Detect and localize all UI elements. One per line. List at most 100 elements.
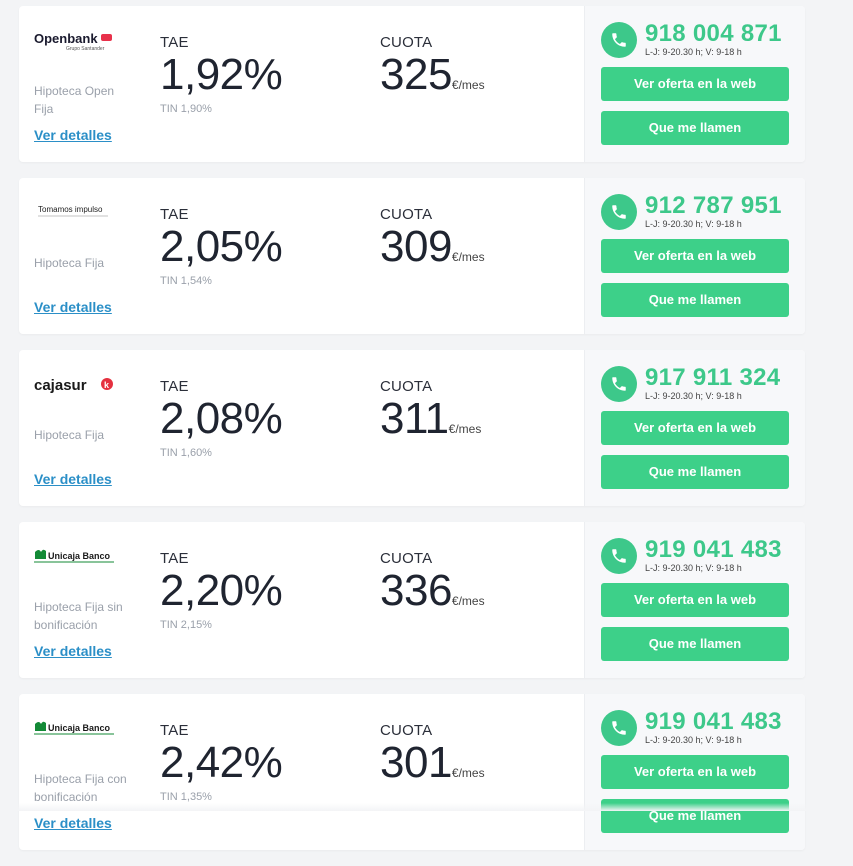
tin-value: TIN 1,60% (160, 447, 212, 459)
details-link[interactable]: Ver detalles (34, 127, 112, 143)
tae-label: TAE (160, 722, 189, 739)
contact-panel: 919 041 483 L-J: 9-20.30 h; V: 9-18 h Ve… (584, 522, 805, 678)
phone-hours: L-J: 9-20.30 h; V: 9-18 h (645, 735, 742, 745)
view-offer-button[interactable]: Ver oferta en la web (601, 67, 789, 101)
tae-label: TAE (160, 34, 189, 51)
details-link[interactable]: Ver detalles (34, 299, 112, 315)
bank-logo-sub: Grupo Santander (66, 46, 105, 52)
phone-hours: L-J: 9-20.30 h; V: 9-18 h (645, 563, 742, 573)
cuota-label: CUOTA (380, 34, 433, 51)
call-me-button[interactable]: Que me llamen (601, 283, 789, 317)
cuota-label: CUOTA (380, 722, 433, 739)
tae-value: 1,92% (160, 50, 283, 99)
details-link[interactable]: Ver detalles (34, 471, 112, 487)
offer-list: Openbank Grupo Santander Hipoteca Open Fi… (19, 6, 805, 866)
cuota-value: 325 (380, 50, 452, 99)
contact-panel: 912 787 951 L-J: 9-20.30 h; V: 9-18 h Ve… (584, 178, 805, 334)
offer-card: Tomamos impulso Hipoteca Fija Ver detall… (19, 178, 805, 334)
cuota-label: CUOTA (380, 206, 433, 223)
product-name: Hipoteca Fija (34, 428, 105, 442)
cuota-unit: €/mes (451, 250, 485, 264)
bank-info: Tomamos impulso Hipoteca Fija Ver detall… (34, 178, 144, 334)
cuota-unit: €/mes (451, 594, 485, 608)
bank-logo: cajasur k (34, 374, 129, 396)
cuota-amount: 301€/mes (380, 741, 485, 795)
tae-value: 2,20% (160, 566, 283, 615)
tin-value: TIN 1,90% (160, 103, 212, 115)
tin-value: TIN 1,54% (160, 275, 212, 287)
phone-row[interactable]: 919 041 483 L-J: 9-20.30 h; V: 9-18 h (601, 536, 801, 576)
tae-label: TAE (160, 550, 189, 567)
phone-number[interactable]: 919 041 483 (645, 708, 782, 736)
view-offer-button[interactable]: Ver oferta en la web (601, 411, 789, 445)
offer-card: Unicaja Banco Hipoteca Fija sin bonifica… (19, 522, 805, 678)
product-name: Hipoteca Fija sin bonificación (34, 600, 123, 632)
call-me-button[interactable]: Que me llamen (601, 111, 789, 145)
tae-label: TAE (160, 378, 189, 395)
tae-block: TAE 1,92% TIN 1,90% (160, 34, 283, 115)
phone-number[interactable]: 912 787 951 (645, 192, 782, 220)
call-me-button[interactable]: Que me llamen (601, 627, 789, 661)
tae-block: TAE 2,20% TIN 2,15% (160, 550, 283, 631)
phone-icon[interactable] (601, 710, 637, 746)
view-offer-button[interactable]: Ver oferta en la web (601, 239, 789, 273)
tae-value: 2,42% (160, 738, 283, 787)
phone-hours: L-J: 9-20.30 h; V: 9-18 h (645, 47, 742, 57)
bank-info: Unicaja Banco Hipoteca Fija con bonifica… (34, 694, 144, 850)
phone-number[interactable]: 917 911 324 (645, 364, 780, 392)
phone-row[interactable]: 918 004 871 L-J: 9-20.30 h; V: 9-18 h (601, 20, 801, 60)
product-name: Hipoteca Fija con bonificación (34, 772, 127, 804)
cuota-unit: €/mes (451, 78, 485, 92)
offer-card: cajasur k Hipoteca Fija Ver detalles TAE … (19, 350, 805, 506)
cuota-unit: €/mes (451, 766, 485, 780)
phone-icon[interactable] (601, 194, 637, 230)
tin-value: TIN 1,35% (160, 791, 212, 803)
tae-block: TAE 2,05% TIN 1,54% (160, 206, 283, 287)
bank-logo-text: Openbank (34, 31, 98, 46)
bank-logo: Tomamos impulso (34, 202, 129, 224)
contact-panel: 917 911 324 L-J: 9-20.30 h; V: 9-18 h Ve… (584, 350, 805, 506)
phone-number[interactable]: 918 004 871 (645, 20, 782, 48)
cuota-label: CUOTA (380, 378, 433, 395)
cuota-amount: 309€/mes (380, 225, 485, 279)
details-link[interactable]: Ver detalles (34, 643, 112, 659)
phone-icon[interactable] (601, 22, 637, 58)
view-offer-button[interactable]: Ver oferta en la web (601, 583, 789, 617)
bank-logo-text: Tomamos impulso (38, 205, 103, 214)
bank-logo: Openbank Grupo Santander (34, 30, 129, 52)
contact-panel: 919 041 483 L-J: 9-20.30 h; V: 9-18 h Ve… (584, 694, 805, 850)
cuota-value: 309 (380, 222, 452, 271)
phone-row[interactable]: 912 787 951 L-J: 9-20.30 h; V: 9-18 h (601, 192, 801, 232)
cuota-amount: 336€/mes (380, 569, 485, 623)
cuota-unit: €/mes (448, 422, 482, 436)
phone-row[interactable]: 919 041 483 L-J: 9-20.30 h; V: 9-18 h (601, 708, 801, 748)
bank-info: cajasur k Hipoteca Fija Ver detalles (34, 350, 144, 506)
bank-info: Openbank Grupo Santander Hipoteca Open Fi… (34, 6, 144, 162)
cuota-amount: 325€/mes (380, 53, 485, 107)
phone-icon[interactable] (601, 366, 637, 402)
cuota-value: 301 (380, 738, 452, 787)
phone-icon[interactable] (601, 538, 637, 574)
phone-hours: L-J: 9-20.30 h; V: 9-18 h (645, 391, 742, 401)
bank-info: Unicaja Banco Hipoteca Fija sin bonifica… (34, 522, 144, 678)
cuota-block: CUOTA 309€/mes (380, 206, 485, 279)
bank-logo-text: Unicaja Banco (48, 551, 111, 561)
cuota-block: CUOTA 301€/mes (380, 722, 485, 795)
cuota-label: CUOTA (380, 550, 433, 567)
offer-card: Unicaja Banco Hipoteca Fija con bonifica… (19, 694, 805, 850)
details-link[interactable]: Ver detalles (34, 815, 112, 831)
cuota-amount: 311€/mes (380, 397, 481, 451)
call-me-button[interactable]: Que me llamen (601, 455, 789, 489)
phone-row[interactable]: 917 911 324 L-J: 9-20.30 h; V: 9-18 h (601, 364, 801, 404)
bank-logo: Unicaja Banco (34, 718, 129, 740)
offer-card: Openbank Grupo Santander Hipoteca Open Fi… (19, 6, 805, 162)
phone-number[interactable]: 919 041 483 (645, 536, 782, 564)
tae-value: 2,08% (160, 394, 283, 443)
cuota-block: CUOTA 325€/mes (380, 34, 485, 107)
phone-hours: L-J: 9-20.30 h; V: 9-18 h (645, 219, 742, 229)
view-offer-button[interactable]: Ver oferta en la web (601, 755, 789, 789)
contact-panel: 918 004 871 L-J: 9-20.30 h; V: 9-18 h Ve… (584, 6, 805, 162)
product-name: Hipoteca Fija (34, 256, 105, 270)
bank-logo-text: Unicaja Banco (48, 723, 111, 733)
tin-value: TIN 2,15% (160, 619, 212, 631)
